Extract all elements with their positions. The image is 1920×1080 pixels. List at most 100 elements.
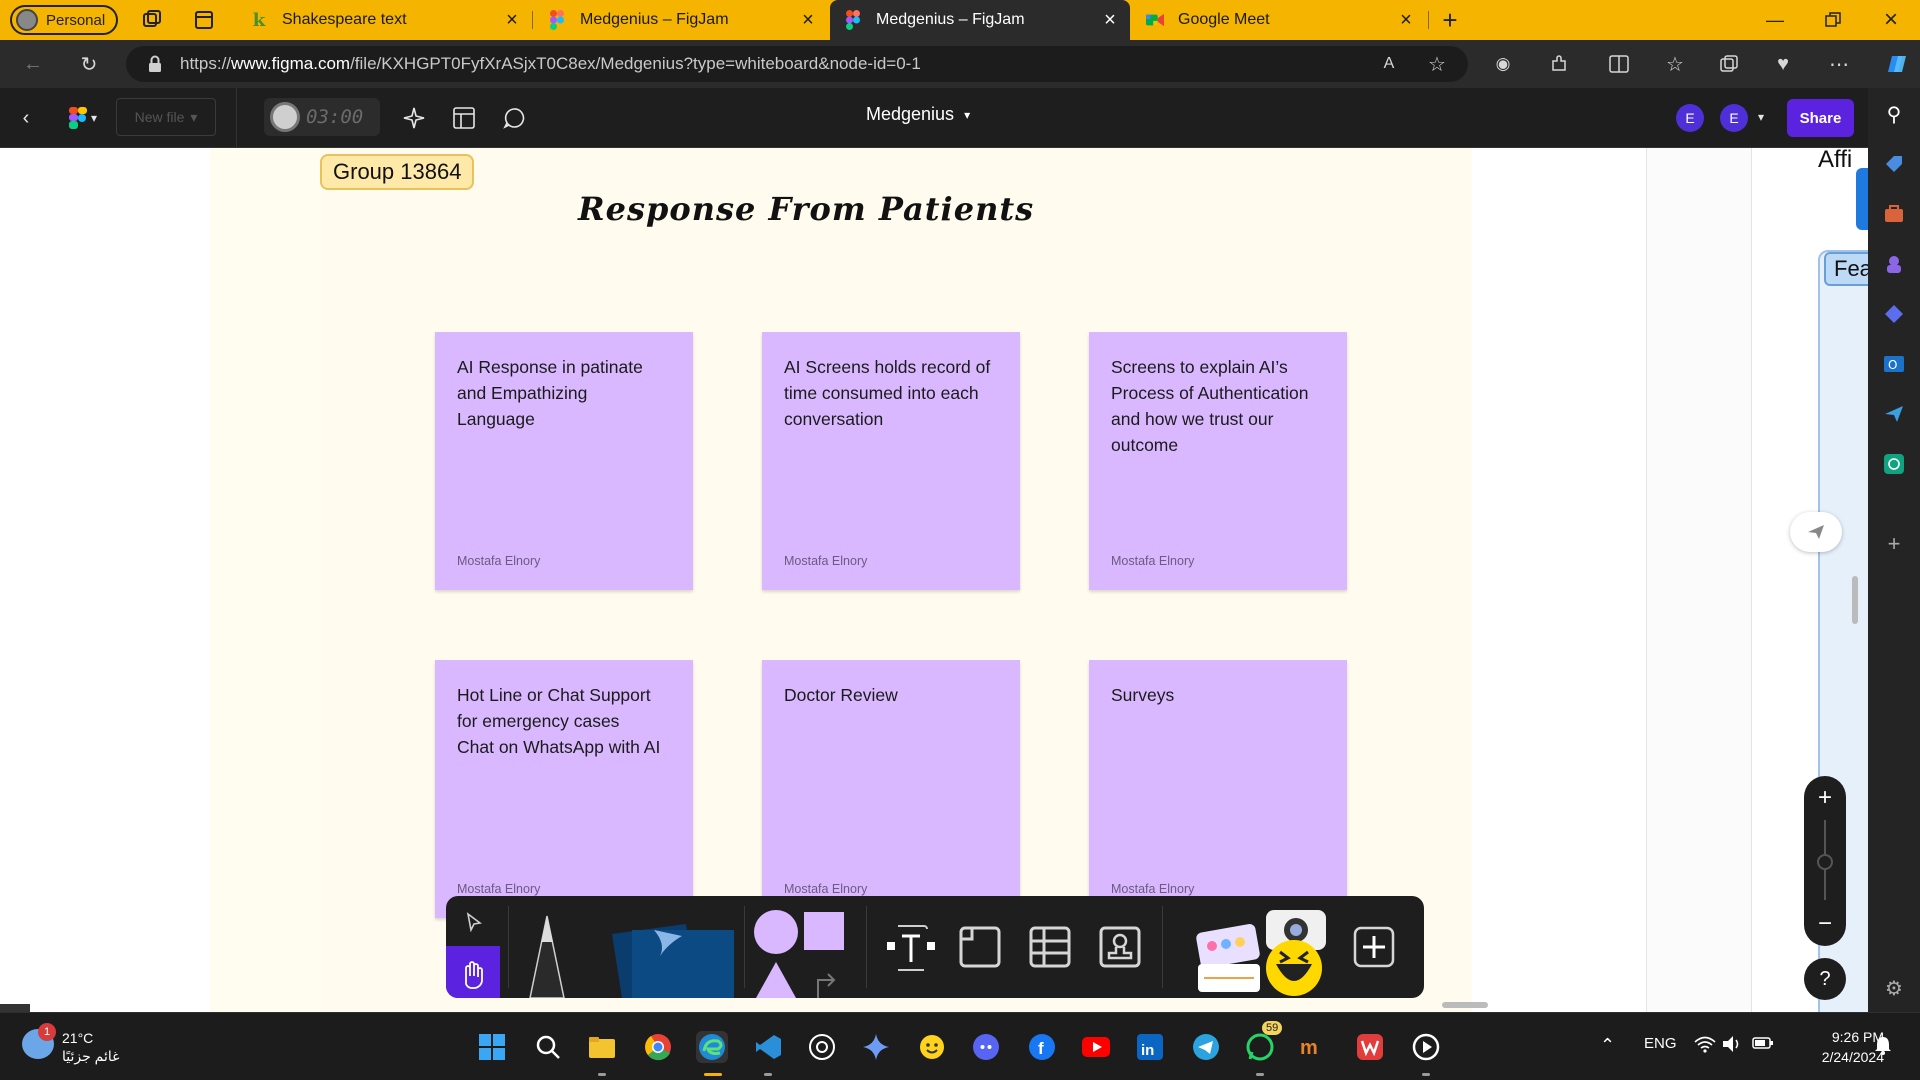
- marker-tool-icon[interactable]: [520, 912, 574, 998]
- tab-figjam-active[interactable]: Medgenius – FigJam ×: [830, 0, 1130, 40]
- send-icon[interactable]: [1882, 402, 1906, 426]
- file-title-menu[interactable]: Medgenius ▾: [866, 104, 970, 125]
- telegram-icon[interactable]: [1190, 1031, 1222, 1063]
- extensions-icon[interactable]: [1546, 51, 1572, 77]
- layout-icon[interactable]: [450, 104, 478, 132]
- pointer-tool-icon[interactable]: [460, 908, 488, 936]
- search-icon[interactable]: ⚲: [1882, 102, 1906, 126]
- hand-tool-icon[interactable]: [446, 946, 500, 998]
- zoom-in-icon[interactable]: +: [1804, 778, 1846, 818]
- gemini-icon[interactable]: [860, 1031, 892, 1063]
- horizontal-scrollbar[interactable]: [1442, 1002, 1488, 1008]
- add-sidebar-icon[interactable]: +: [1882, 531, 1906, 556]
- chevron-down-icon[interactable]: ▾: [1754, 110, 1768, 124]
- browser-essentials-icon[interactable]: ♥: [1770, 51, 1796, 77]
- weather-widget[interactable]: 1 21°C غائم جزئيًا: [22, 1023, 119, 1065]
- linkedin-icon[interactable]: in: [1134, 1031, 1166, 1063]
- sticky-note[interactable]: AI Screens holds record of time consumed…: [762, 332, 1020, 590]
- figjam-canvas[interactable]: Group 13864 Response From Patients AI Re…: [0, 148, 1868, 1012]
- stamp-tool-icon[interactable]: [1094, 922, 1146, 972]
- volume-icon[interactable]: [1722, 1035, 1742, 1053]
- share-button[interactable]: Share: [1787, 99, 1854, 137]
- youtube-icon[interactable]: [1080, 1031, 1112, 1063]
- minimize-icon[interactable]: —: [1748, 0, 1802, 40]
- sticky-note[interactable]: Doctor Review Mostafa Elnory: [762, 660, 1020, 918]
- workspaces-icon[interactable]: [140, 8, 164, 32]
- figjam-menu-icon[interactable]: ▾: [60, 104, 106, 132]
- media-player-icon[interactable]: [1410, 1031, 1442, 1063]
- widgets-stickers-icon[interactable]: [1194, 906, 1330, 998]
- close-icon[interactable]: ×: [502, 10, 522, 30]
- new-file-dropdown[interactable]: New file ▾: [116, 98, 216, 136]
- url-bar[interactable]: https://www.figma.com/file/KXHGPT0FyfXrA…: [126, 46, 1468, 82]
- zoom-slider-handle[interactable]: [1817, 854, 1833, 870]
- facebook-icon[interactable]: f: [1026, 1031, 1058, 1063]
- tab-google-meet[interactable]: Google Meet ×: [1132, 0, 1426, 40]
- favorites-icon[interactable]: ☆: [1662, 51, 1688, 77]
- add-more-tools-icon[interactable]: [1348, 922, 1400, 972]
- copilot-side-icon[interactable]: [1882, 302, 1906, 326]
- notifications-bell-icon[interactable]: [1874, 1035, 1892, 1055]
- chatgpt-icon[interactable]: [1882, 452, 1906, 476]
- sticky-notes-tool-icon[interactable]: [602, 914, 734, 998]
- comment-icon[interactable]: [500, 104, 528, 132]
- refresh-icon[interactable]: ↻: [76, 51, 102, 77]
- start-menu-icon[interactable]: [476, 1031, 508, 1063]
- chatgpt-app-icon[interactable]: [806, 1031, 838, 1063]
- close-window-icon[interactable]: ×: [1864, 0, 1918, 40]
- text-tool-icon[interactable]: [884, 922, 938, 974]
- chevron-left-icon[interactable]: ‹: [14, 106, 38, 130]
- close-icon[interactable]: ×: [1100, 10, 1120, 30]
- shopping-tag-icon[interactable]: [1882, 152, 1906, 176]
- board-title[interactable]: Response From Patients: [578, 190, 1034, 228]
- ai-sparkle-icon[interactable]: [400, 104, 428, 132]
- tools-briefcase-icon[interactable]: [1882, 202, 1906, 226]
- more-menu-icon[interactable]: ⋯: [1826, 51, 1852, 77]
- chrome-icon[interactable]: [642, 1031, 674, 1063]
- outlook-icon[interactable]: O: [1882, 352, 1906, 376]
- split-screen-icon[interactable]: [1606, 51, 1632, 77]
- hugging-face-icon[interactable]: [916, 1031, 948, 1063]
- back-arrow-icon[interactable]: ←: [20, 51, 46, 77]
- zoom-out-icon[interactable]: −: [1804, 904, 1846, 944]
- help-icon[interactable]: ?: [1804, 958, 1846, 1000]
- discord-icon[interactable]: [970, 1031, 1002, 1063]
- profile-button[interactable]: Personal: [10, 5, 118, 35]
- timer-widget[interactable]: 03:00: [264, 98, 380, 136]
- new-tab-icon[interactable]: +: [1438, 5, 1462, 35]
- wps-office-icon[interactable]: [1354, 1031, 1386, 1063]
- sticky-note[interactable]: Surveys Mostafa Elnory: [1089, 660, 1347, 918]
- battery-icon[interactable]: [1752, 1035, 1774, 1051]
- cursor-chat-icon[interactable]: [1790, 512, 1842, 552]
- sticky-note[interactable]: AI Response in patinate and Empathizing …: [435, 332, 693, 590]
- file-explorer-icon[interactable]: [586, 1031, 618, 1063]
- vscode-icon[interactable]: [752, 1031, 784, 1063]
- search-icon[interactable]: [532, 1031, 564, 1063]
- language-indicator[interactable]: ENG: [1644, 1035, 1677, 1052]
- wifi-icon[interactable]: [1694, 1035, 1716, 1053]
- group-label[interactable]: Group 13864: [320, 154, 475, 190]
- sticky-note[interactable]: Screens to explain AI’s Process of Authe…: [1089, 332, 1347, 590]
- collaborator-avatar[interactable]: E: [1676, 104, 1704, 132]
- reader-extension-icon[interactable]: ◉: [1490, 51, 1516, 77]
- vertical-scrollbar[interactable]: [1852, 576, 1858, 624]
- games-icon[interactable]: [1882, 252, 1906, 276]
- user-avatar[interactable]: E: [1720, 104, 1748, 132]
- taskbar-clock[interactable]: 9:26 PM 2/24/2024: [1808, 1027, 1884, 1067]
- collections-icon[interactable]: [1716, 51, 1742, 77]
- close-icon[interactable]: ×: [798, 10, 818, 30]
- tray-chevron-up-icon[interactable]: ⌃: [1600, 1035, 1615, 1056]
- whatsapp-icon[interactable]: 59: [1244, 1021, 1283, 1063]
- gear-icon[interactable]: ⚙: [1882, 976, 1906, 1000]
- favorite-star-icon[interactable]: ☆: [1424, 51, 1450, 77]
- sticky-note[interactable]: Hot Line or Chat Support for emergency c…: [435, 660, 693, 918]
- shapes-tool-icon[interactable]: [752, 910, 844, 998]
- tab-shakespeare[interactable]: k Shakespeare text ×: [236, 0, 532, 40]
- close-icon[interactable]: ×: [1396, 10, 1416, 30]
- tab-figjam-1[interactable]: Medgenius – FigJam ×: [534, 0, 828, 40]
- imo-icon[interactable]: m: [1300, 1031, 1332, 1063]
- copilot-icon[interactable]: [1880, 48, 1912, 80]
- table-tool-icon[interactable]: [1024, 922, 1076, 972]
- restore-icon[interactable]: [1806, 0, 1860, 40]
- section-tool-icon[interactable]: [954, 922, 1006, 972]
